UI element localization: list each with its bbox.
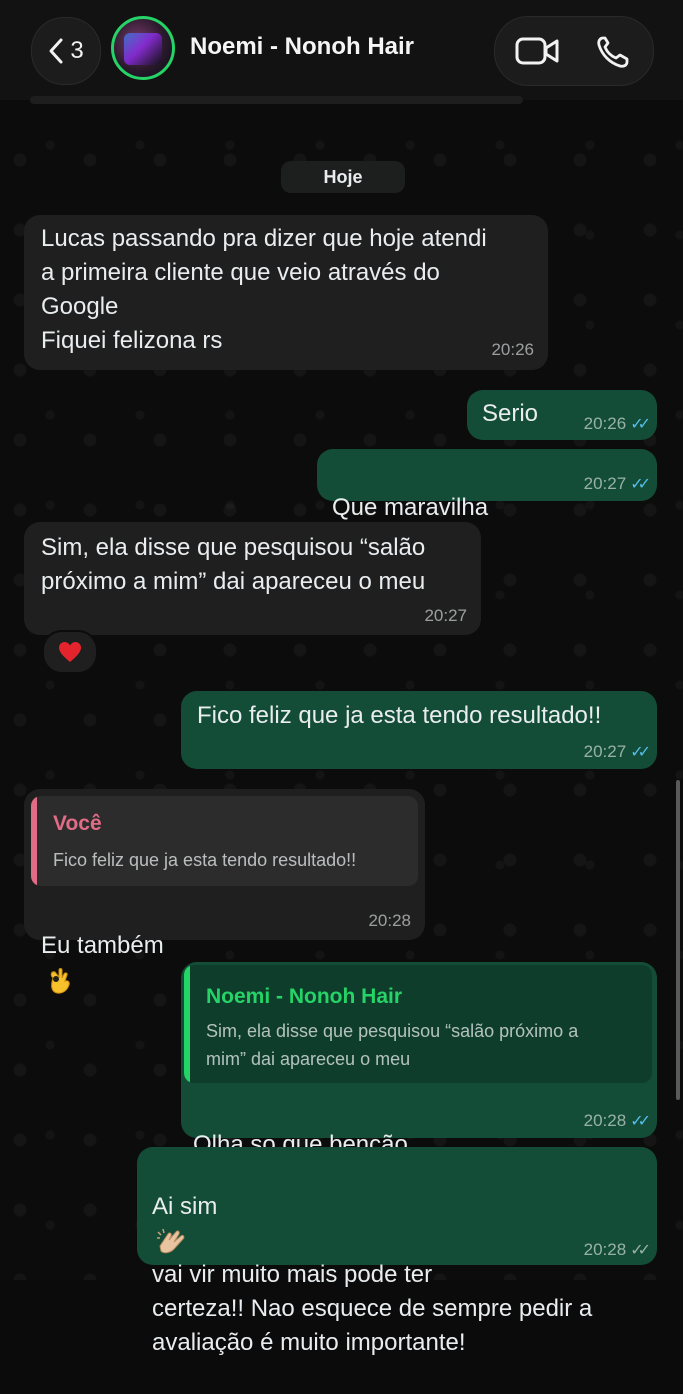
contact-name[interactable]: Noemi - Nonoh Hair [190,33,414,61]
call-actions [494,16,654,86]
message-text: Fico feliz que ja esta tendo resultado!! [197,702,602,729]
message-text: Eu também [41,895,164,997]
read-receipt-icon: ✓✓ [630,416,651,433]
message-time: 20:27 [424,606,467,625]
header-divider [30,96,523,104]
message-meta: 20:26 [491,340,534,360]
message-text-content: Ai sim [152,1193,218,1220]
unread-count: 3 [70,37,84,64]
message-text: Sim, ela disse que pesquisou “salão próx… [41,534,426,595]
video-call-icon[interactable] [515,36,561,66]
message-text-content: Que maravilha [332,494,489,521]
message-meta: 20:28 ✓✓ [583,1240,651,1260]
clapping-hands-icon [157,1228,185,1253]
message-meta: 20:28 ✓✓ [583,1111,651,1131]
message-bubble-incoming[interactable]: Lucas passando pra dizer que hoje atendi… [24,215,548,370]
contact-avatar[interactable] [111,16,175,80]
read-receipt-icon: ✓✓ [630,1113,651,1130]
read-receipt-icon: ✓✓ [630,744,651,761]
message-time: 20:27 [583,474,627,493]
message-text-content: Eu também [41,932,164,959]
quote-author: Você [53,812,102,835]
message-time: 20:28 [368,911,411,930]
message-bubble-outgoing[interactable]: Fico feliz que ja esta tendo resultado!!… [181,691,657,769]
red-heart-icon [59,642,81,662]
message-meta: 20:27 ✓✓ [583,742,651,762]
message-time: 20:28 [583,1111,627,1130]
message-bubble-outgoing[interactable]: Serio 20:26 ✓✓ [467,390,657,440]
read-receipt-icon: ✓✓ [630,476,651,493]
message-meta: 20:27 ✓✓ [583,474,651,494]
quoted-message[interactable]: Noemi - Nonoh Hair Sim, ela disse que pe… [184,965,652,1083]
message-bubble-outgoing[interactable]: Ai sim vai vir muito mais pode ter certe… [137,1147,657,1356]
message-time: 20:28 [583,1240,627,1259]
voice-call-icon[interactable] [595,35,631,69]
chat-header: 3 Noemi - Nonoh Hair [0,0,683,100]
chevron-left-icon [49,38,63,64]
message-text: Ai sim vai vir muito mais pode ter certe… [152,1156,592,1394]
message-bubble-incoming[interactable]: Você Fico feliz que ja esta tendo result… [24,789,425,994]
ok-hand-icon [50,967,70,994]
message-time: 20:26 [583,414,627,433]
message-meta: 20:27 [424,606,467,626]
quote-text: Sim, ela disse que pesquisou “salão próx… [206,1021,579,1069]
quote-accent-bar [184,965,190,1083]
message-time: 20:27 [583,742,627,761]
message-time: 20:26 [491,340,534,359]
date-separator: Hoje [281,161,405,193]
quote-author: Noemi - Nonoh Hair [206,985,403,1008]
message-bubble-incoming[interactable]: Sim, ela disse que pesquisou “salão próx… [24,522,481,635]
quote-text: Fico feliz que ja esta tendo resultado!! [53,850,357,870]
delivered-receipt-icon: ✓✓ [630,1242,651,1259]
message-reaction[interactable] [42,630,98,674]
scrollbar[interactable] [676,780,680,1100]
message-bubble-outgoing[interactable]: Que maravilha 20:27 ✓✓ [317,449,657,556]
message-meta: 20:28 [368,911,411,931]
message-meta: 20:26 ✓✓ [583,414,651,434]
message-text: Serio [482,400,539,427]
quoted-message[interactable]: Você Fico feliz que ja esta tendo result… [31,796,418,886]
message-text-content: certeza!! Nao esquece de sempre pedir a … [152,1295,593,1356]
back-button[interactable]: 3 [31,17,101,85]
message-text: Lucas passando pra dizer que hoje atendi… [41,225,487,354]
message-text-content: vai vir muito mais pode ter [152,1261,433,1288]
quote-accent-bar [31,796,37,886]
message-bubble-outgoing[interactable]: Noemi - Nonoh Hair Sim, ela disse que pe… [181,962,657,1194]
